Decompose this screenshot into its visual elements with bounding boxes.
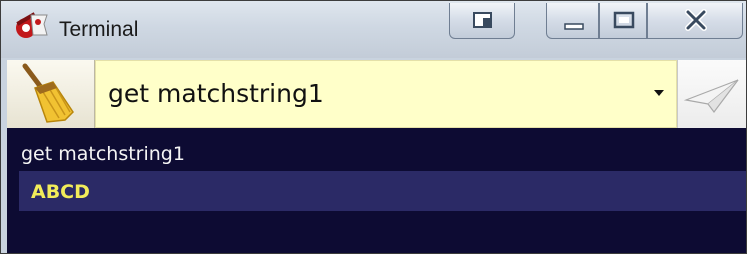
minimize-icon xyxy=(564,23,584,30)
command-input[interactable]: get matchstring1 xyxy=(95,60,677,128)
restore-side-button[interactable] xyxy=(449,3,515,39)
output-line-highlight xyxy=(19,171,746,211)
terminal-output[interactable]: get matchstring1 ABCD xyxy=(7,128,746,253)
side-panel-icon xyxy=(473,12,492,28)
title-bar[interactable]: Terminal xyxy=(1,1,746,58)
minimize-button[interactable] xyxy=(546,3,599,39)
output-line: get matchstring1 xyxy=(21,143,185,165)
terminal-window: Terminal get matchstring1 get matchstrin… xyxy=(0,0,747,254)
terminal-gear-icon xyxy=(16,12,48,38)
broom-icon xyxy=(22,63,74,123)
paper-plane-icon xyxy=(683,79,739,113)
close-button[interactable] xyxy=(647,3,743,39)
command-toolbar: get matchstring1 xyxy=(7,60,746,128)
output-line: ABCD xyxy=(31,181,90,203)
close-icon xyxy=(685,9,707,31)
command-input-value: get matchstring1 xyxy=(108,79,324,108)
send-button[interactable] xyxy=(677,60,746,128)
window-title: Terminal xyxy=(59,18,139,41)
maximize-icon xyxy=(613,11,635,29)
clear-button[interactable] xyxy=(7,60,95,128)
chevron-down-icon[interactable] xyxy=(654,89,664,97)
maximize-button[interactable] xyxy=(599,3,647,39)
